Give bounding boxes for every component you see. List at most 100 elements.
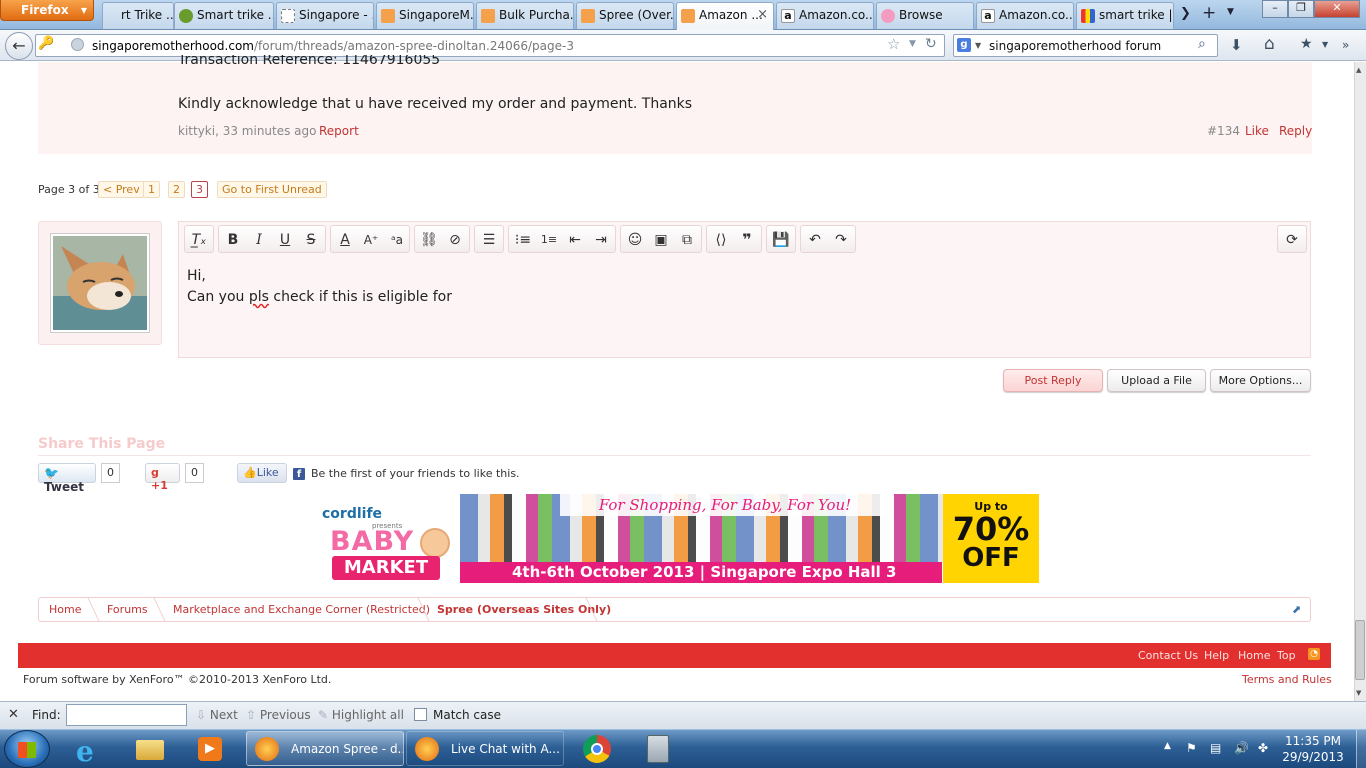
device-icon[interactable]: ▤	[1210, 741, 1221, 755]
taskbar-clock[interactable]: 11:35 PM 29/9/2013	[1278, 733, 1348, 765]
first-unread-button[interactable]: Go to First Unread	[217, 181, 327, 198]
tab-9[interactable]: a Amazon.co...	[976, 2, 1074, 29]
prev-page-button[interactable]: < Prev	[98, 181, 145, 198]
site-identity-icon[interactable]	[71, 38, 84, 51]
show-hidden-icons[interactable]: ▲	[1164, 741, 1171, 751]
tab-2[interactable]: Singapore - ...	[276, 2, 374, 29]
vertical-scrollbar[interactable]	[1354, 62, 1366, 701]
tab-1[interactable]: Smart trike ...	[174, 2, 274, 29]
tab-5[interactable]: Spree (Over...	[576, 2, 674, 29]
footer-home-link[interactable]: Home	[1238, 649, 1270, 662]
internet-explorer-icon[interactable]: e	[62, 732, 116, 768]
editor-content[interactable]: Hi, Can you pls check if this is eligibl…	[187, 266, 452, 308]
find-next-button[interactable]: ⇩ Next	[196, 708, 238, 722]
terms-link[interactable]: Terms and Rules	[1242, 673, 1332, 686]
redo-icon[interactable]: ↷	[830, 229, 852, 251]
avatar[interactable]	[50, 233, 150, 333]
toolbar-overflow-icon[interactable]: »	[1342, 38, 1349, 52]
bold-icon[interactable]: B	[222, 229, 244, 251]
bullet-list-icon[interactable]: ⁝≡	[512, 229, 534, 251]
rss-icon[interactable]: ◔	[1308, 648, 1320, 660]
undo-icon[interactable]: ↶	[804, 229, 826, 251]
scroll-down-icon[interactable]: ▼	[1356, 689, 1361, 697]
outdent-icon[interactable]: ⇤	[564, 229, 586, 251]
url-bar[interactable]: singaporemotherhood.com/forum/threads/am…	[35, 34, 945, 57]
show-desktop-button[interactable]	[1356, 730, 1366, 768]
font-family-icon[interactable]: ᵃa	[386, 229, 408, 251]
list-all-tabs-icon[interactable]: ▼	[1227, 7, 1234, 17]
underline-icon[interactable]: U	[274, 229, 296, 251]
font-size-icon[interactable]: A⁺	[360, 229, 382, 251]
post-number[interactable]: #134	[1207, 124, 1240, 138]
media-icon[interactable]: ⧉	[676, 229, 698, 251]
indent-icon[interactable]: ⇥	[590, 229, 612, 251]
chrome-icon[interactable]	[570, 732, 624, 766]
close-window-icon[interactable]: ✕	[1314, 0, 1360, 18]
maximize-icon[interactable]: ❐	[1288, 0, 1314, 18]
url-history-dropdown-icon[interactable]: ▼	[909, 39, 916, 49]
tab-8[interactable]: Browse	[876, 2, 974, 29]
search-icon[interactable]: ⌕	[1198, 36, 1206, 52]
tab-4[interactable]: Bulk Purcha...	[476, 2, 574, 29]
facebook-like-button[interactable]: 👍Like	[237, 463, 287, 483]
link-icon[interactable]: ⛓	[418, 229, 440, 251]
quote-icon[interactable]: ❞	[736, 229, 758, 251]
numbered-list-icon[interactable]: 1≡	[538, 229, 560, 251]
image-icon[interactable]: ▣	[650, 229, 672, 251]
more-options-button[interactable]: More Options...	[1210, 369, 1311, 392]
tab-10[interactable]: smart trike |...	[1076, 2, 1174, 29]
media-player-icon[interactable]: ▶	[182, 732, 236, 766]
post-author-time[interactable]: kittyki, 33 minutes ago	[178, 124, 317, 138]
volume-icon[interactable]: 🔊	[1234, 741, 1249, 755]
page-1-button[interactable]: 1	[143, 181, 160, 198]
code-icon[interactable]: ⟨⟩	[710, 229, 732, 251]
taskbar-firefox-amazon[interactable]: Amazon Spree - d...	[246, 731, 404, 766]
search-input[interactable]: singaporemotherhood forum	[953, 34, 1218, 57]
breadcrumb-forums[interactable]: Forums	[107, 603, 148, 616]
upload-file-button[interactable]: Upload a File	[1107, 369, 1206, 392]
file-explorer-icon[interactable]	[122, 732, 176, 766]
tab-7[interactable]: a Amazon.co...	[776, 2, 874, 29]
downloads-icon[interactable]: ⬇	[1230, 36, 1243, 54]
save-draft-icon[interactable]: 💾	[770, 229, 792, 251]
font-color-icon[interactable]: A	[334, 229, 356, 251]
find-input[interactable]	[66, 704, 187, 726]
tab-6-active[interactable]: Amazon ... ×	[676, 2, 774, 30]
bookmark-star-icon[interactable]: ☆	[887, 35, 900, 53]
match-case-label[interactable]: Match case	[433, 708, 501, 722]
like-link[interactable]: Like	[1245, 124, 1269, 138]
page-2-button[interactable]: 2	[168, 181, 185, 198]
tab-scroll-right-icon[interactable]: ❯	[1180, 6, 1191, 21]
italic-icon[interactable]: I	[248, 229, 270, 251]
taskbar-firefox-livechat[interactable]: Live Chat with A...	[406, 731, 564, 766]
start-button[interactable]	[4, 730, 50, 768]
tab-3[interactable]: SingaporeM...	[376, 2, 474, 29]
bookmarks-icon[interactable]: ★	[1300, 36, 1313, 52]
bookmarks-dropdown-icon[interactable]: ▼	[1322, 40, 1328, 49]
reply-link[interactable]: Reply	[1279, 124, 1312, 138]
action-center-icon[interactable]: ⚑	[1186, 741, 1197, 755]
close-find-bar-icon[interactable]: ✕	[8, 707, 19, 722]
footer-top-link[interactable]: Top	[1277, 649, 1296, 662]
unlink-icon[interactable]: ⊘	[444, 229, 466, 251]
scrollbar-thumb[interactable]	[1355, 620, 1365, 680]
find-previous-button[interactable]: ⇧ Previous	[246, 708, 311, 722]
footer-help-link[interactable]: Help	[1204, 649, 1229, 662]
breadcrumb-home[interactable]: Home	[49, 603, 81, 616]
toggle-bbcode-icon[interactable]: ⟳	[1281, 229, 1303, 251]
scroll-up-icon[interactable]: ▲	[1356, 66, 1361, 74]
breadcrumb-marketplace[interactable]: Marketplace and Exchange Corner (Restric…	[173, 603, 430, 616]
home-icon[interactable]: ⌂	[1264, 34, 1275, 54]
calculator-icon[interactable]	[630, 732, 684, 766]
search-engine-dropdown-icon[interactable]: ▼	[975, 41, 981, 50]
misspelled-word[interactable]: pls	[249, 289, 269, 305]
strikethrough-icon[interactable]: S	[300, 229, 322, 251]
network-icon[interactable]: ✤	[1258, 741, 1268, 755]
remove-format-icon[interactable]: T̲ₓ	[188, 229, 210, 251]
jump-to-icon[interactable]: ⬈	[1292, 603, 1301, 616]
footer-contact-link[interactable]: Contact Us	[1138, 649, 1198, 662]
key-icon[interactable]: 🔑	[38, 36, 54, 51]
copyright-text[interactable]: Forum software by XenForo™ ©2010-2013 Xe…	[23, 673, 331, 686]
page-3-current[interactable]: 3	[191, 181, 208, 198]
reload-icon[interactable]: ↻	[925, 36, 937, 52]
